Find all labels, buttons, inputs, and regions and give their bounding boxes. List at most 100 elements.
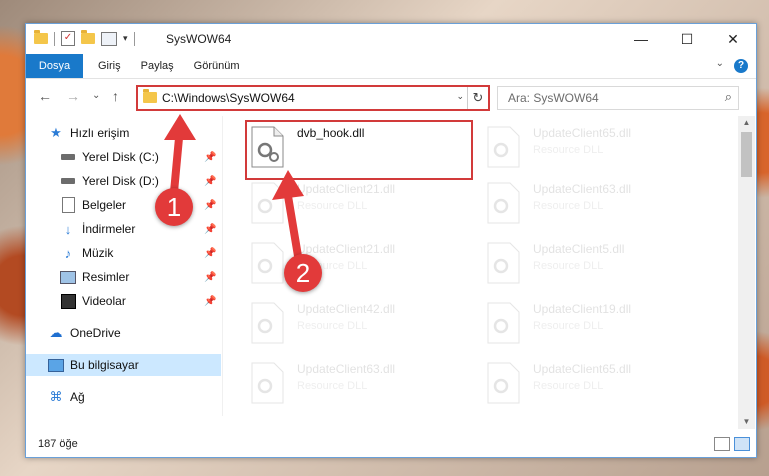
- pin-icon: 📌: [204, 295, 217, 307]
- file-item[interactable]: UpdateClient63.dll Resource DLL: [487, 178, 717, 232]
- tab-share[interactable]: Paylaş: [131, 54, 184, 78]
- search-input[interactable]: Ara: SysWOW64: [508, 91, 599, 105]
- maximize-button[interactable]: ☐: [664, 24, 710, 54]
- window-controls: — ☐ ✕: [618, 24, 756, 54]
- nav-item-music[interactable]: ♪ Müzik 📌: [26, 242, 221, 264]
- file-name: UpdateClient63.dll: [297, 362, 396, 376]
- explorer-window: ✓ ▾ SysWOW64 — ☐ ✕ Dosya Giriş Paylaş Gö…: [25, 23, 757, 458]
- vertical-scrollbar[interactable]: ▲ ▼: [738, 116, 755, 429]
- file-item[interactable]: UpdateClient63.dll Resource DLL: [251, 358, 481, 412]
- view-properties-icon[interactable]: [101, 31, 117, 46]
- view-switcher: [714, 437, 750, 451]
- picture-icon: [60, 270, 76, 284]
- dll-file-icon: [251, 302, 284, 344]
- nav-item-label: Videolar: [82, 294, 126, 308]
- expand-ribbon-icon[interactable]: ⌄: [716, 58, 724, 69]
- quick-access-toolbar: ✓ ▾: [34, 30, 135, 46]
- nav-item-label: İndirmeler: [82, 222, 136, 236]
- scroll-thumb[interactable]: [741, 132, 752, 177]
- dll-file-icon: [251, 362, 284, 404]
- file-name: UpdateClient5.dll: [533, 242, 625, 256]
- file-item[interactable]: UpdateClient5.dll Resource DLL: [487, 238, 717, 292]
- nav-item-label: Resimler: [82, 270, 130, 284]
- file-description: Resource DLL: [297, 380, 368, 392]
- nav-item-onedrive[interactable]: ☁ OneDrive: [48, 322, 243, 344]
- scroll-up-icon[interactable]: ▲: [738, 116, 755, 130]
- help-icon[interactable]: ?: [734, 59, 748, 73]
- search-icon[interactable]: ⌕: [725, 89, 732, 105]
- step-badge-1: 1: [155, 188, 193, 226]
- new-folder-icon[interactable]: [81, 30, 95, 44]
- nav-item-disk-d[interactable]: Yerel Disk (D:) 📌: [26, 170, 221, 192]
- computer-icon: [48, 358, 64, 372]
- back-button[interactable]: ←: [38, 88, 52, 104]
- address-dropdown-icon[interactable]: ⌄: [456, 91, 464, 102]
- file-description: Resource DLL: [533, 144, 604, 156]
- file-item[interactable]: UpdateClient65.dll Resource DLL: [487, 122, 717, 176]
- file-description: Resource DLL: [533, 380, 604, 392]
- tab-file[interactable]: Dosya: [26, 54, 83, 78]
- close-button[interactable]: ✕: [710, 24, 756, 54]
- scroll-down-icon[interactable]: ▼: [738, 415, 755, 429]
- minimize-button[interactable]: —: [618, 24, 664, 54]
- file-description: Resource DLL: [533, 200, 604, 212]
- file-item[interactable]: UpdateClient21.dll Resource DLL: [251, 178, 481, 232]
- pin-icon: 📌: [204, 175, 217, 187]
- customize-toolbar-arrow-icon[interactable]: ▾: [123, 33, 128, 44]
- refresh-button[interactable]: ↻: [467, 87, 488, 109]
- ribbon-tabs: Dosya Giriş Paylaş Görünüm ⌄ ?: [26, 54, 756, 79]
- highlight-box-file: [245, 120, 473, 180]
- network-icon: ⌘: [49, 389, 63, 404]
- toolbar-separator: [54, 31, 55, 46]
- pin-icon: 📌: [204, 223, 217, 235]
- tab-view[interactable]: Görünüm: [184, 54, 250, 78]
- ribbon-tab-list: Giriş Paylaş Görünüm: [88, 54, 250, 78]
- properties-check-icon[interactable]: ✓: [61, 31, 75, 46]
- search-box[interactable]: Ara: SysWOW64 ⌕: [497, 86, 739, 110]
- folder-icon: [143, 89, 157, 103]
- recent-locations-icon[interactable]: ⌄: [92, 90, 100, 101]
- document-icon: [60, 197, 76, 213]
- file-description: Resource DLL: [297, 320, 368, 332]
- title-bar: ✓ ▾ SysWOW64 — ☐ ✕: [26, 24, 756, 54]
- tiles-view-icon[interactable]: [734, 437, 750, 451]
- file-name: UpdateClient65.dll: [533, 126, 632, 140]
- pin-icon: 📌: [204, 151, 217, 163]
- window-title: SysWOW64: [166, 32, 232, 46]
- star-icon: ★: [50, 125, 62, 140]
- nav-item-videos[interactable]: Videolar 📌: [26, 290, 221, 312]
- cloud-icon: ☁: [49, 325, 63, 340]
- toolbar-separator: [133, 31, 135, 46]
- nav-item-downloads[interactable]: ↓ İndirmeler 📌: [26, 218, 221, 240]
- drive-icon: [60, 174, 76, 188]
- file-item[interactable]: UpdateClient19.dll Resource DLL: [487, 298, 717, 352]
- nav-item-pictures[interactable]: Resimler 📌: [26, 266, 221, 288]
- pin-icon: 📌: [204, 199, 217, 211]
- address-path: C:\Windows\SysWOW64: [162, 91, 295, 105]
- video-icon: [60, 293, 76, 309]
- dll-file-icon: [487, 126, 520, 168]
- music-icon: ♪: [64, 245, 72, 261]
- item-count: 187 öğe: [38, 438, 78, 450]
- address-bar[interactable]: C:\Windows\SysWOW64 ⌄ ↻: [136, 85, 490, 111]
- nav-item-label: Müzik: [82, 246, 114, 260]
- dll-file-icon: [251, 242, 284, 284]
- file-name: UpdateClient21.dll: [297, 242, 396, 256]
- tab-home[interactable]: Giriş: [88, 54, 131, 78]
- step-badge-2: 2: [284, 254, 322, 292]
- file-item[interactable]: UpdateClient42.dll Resource DLL: [251, 298, 481, 352]
- pin-icon: 📌: [204, 247, 217, 259]
- nav-item-label: Yerel Disk (C:): [82, 150, 159, 164]
- file-item[interactable]: UpdateClient65.dll Resource DLL: [487, 358, 717, 412]
- details-view-icon[interactable]: [714, 437, 730, 451]
- nav-item-quick-access[interactable]: ★ Hızlı erişim: [48, 122, 243, 144]
- file-name: UpdateClient42.dll: [297, 302, 396, 316]
- up-button[interactable]: ↑: [112, 88, 119, 104]
- nav-item-disk-c[interactable]: Yerel Disk (C:) 📌: [26, 146, 221, 168]
- download-icon: ↓: [64, 221, 72, 237]
- forward-button[interactable]: →: [66, 88, 80, 104]
- dll-file-icon: [487, 182, 520, 224]
- folder-icon: [34, 30, 48, 44]
- nav-item-network[interactable]: ⌘ Ağ: [48, 386, 243, 408]
- nav-item-this-pc[interactable]: Bu bilgisayar: [26, 354, 221, 376]
